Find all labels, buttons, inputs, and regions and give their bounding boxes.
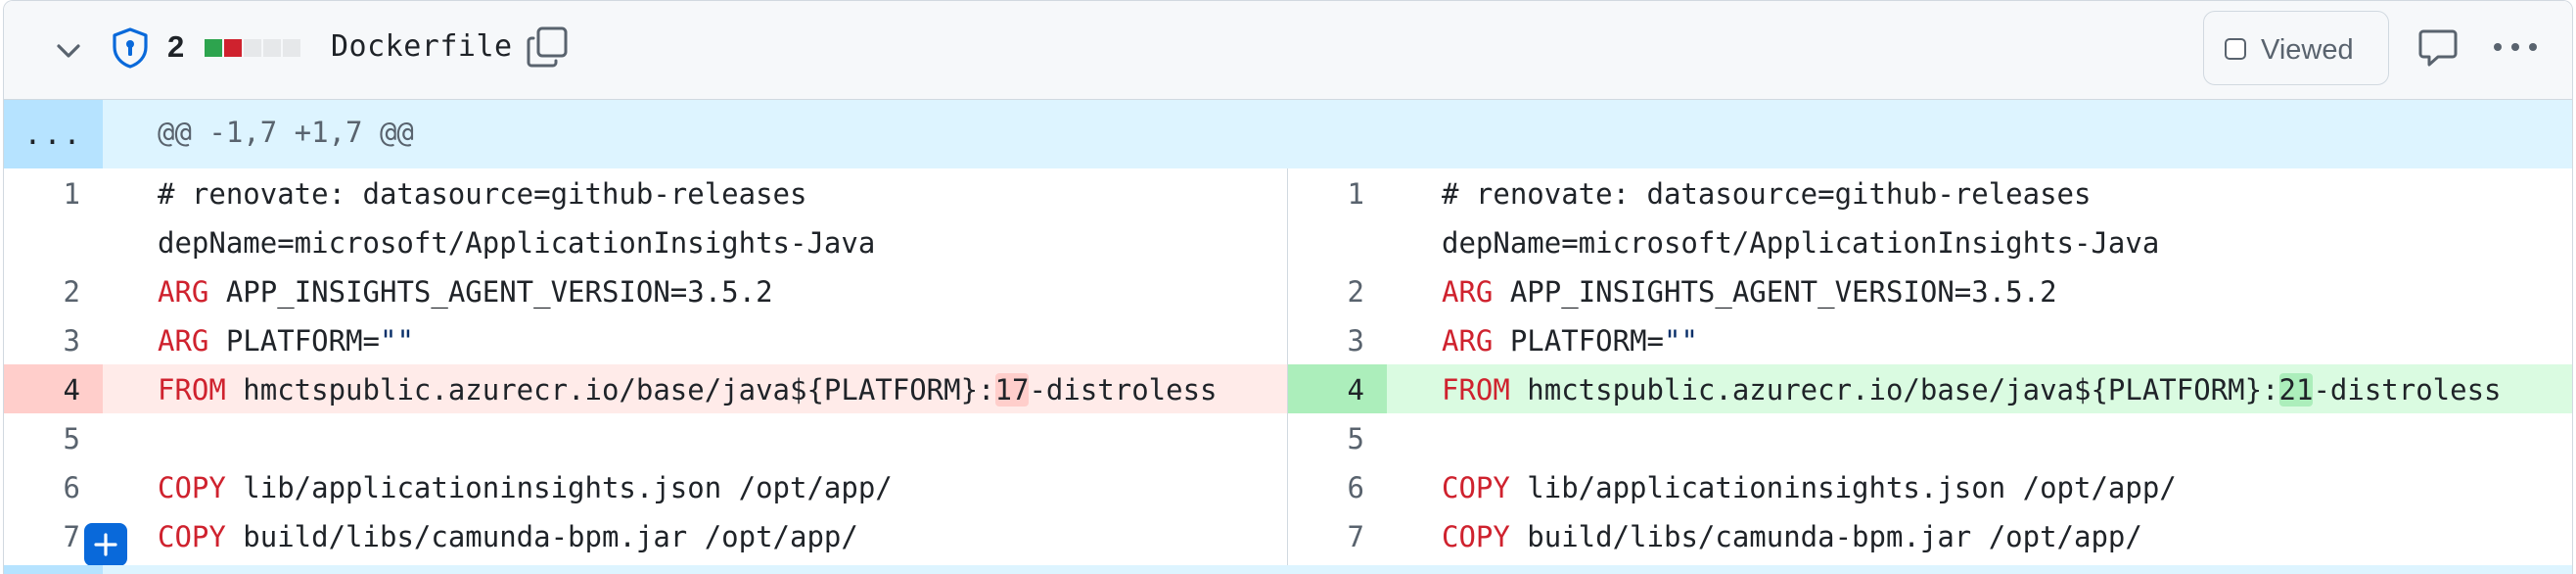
code-line: # renovate: datasource=github-releases d… xyxy=(1442,177,2160,260)
line-number[interactable]: 2 xyxy=(1288,266,1387,315)
expand-below-button[interactable] xyxy=(4,565,103,574)
added-line: 4 FROM hmctspublic.azurecr.io/base/java$… xyxy=(1288,364,2572,413)
line-number[interactable]: 5 xyxy=(1288,413,1387,462)
diff-line: 2 ARG APP_INSIGHTS_AGENT_VERSION=3.5.2 xyxy=(4,266,1287,315)
line-number[interactable]: 7 xyxy=(1288,511,1387,560)
diffstat-block-neutral xyxy=(263,39,281,57)
file-name[interactable]: Dockerfile xyxy=(331,29,513,64)
diff-line: 6 COPY lib/applicationinsights.json /opt… xyxy=(1288,462,2572,511)
plus-icon xyxy=(94,533,117,556)
deleted-line: 4 FROM hmctspublic.azurecr.io/base/java$… xyxy=(4,364,1287,413)
line-number[interactable]: 3 xyxy=(4,315,103,364)
diff-line: 1 # renovate: datasource=github-releases… xyxy=(1288,168,2572,266)
line-number[interactable]: 4 xyxy=(1288,364,1387,413)
hunk-header: @@ -1,7 +1,7 @@ xyxy=(158,116,414,149)
diff-line: 5 xyxy=(4,413,1287,462)
code-line: COPY lib/applicationinsights.json /opt/a… xyxy=(158,471,893,504)
kebab-horizontal-icon[interactable] xyxy=(2490,32,2541,62)
viewed-label: Viewed xyxy=(2261,34,2354,66)
hunk-header-row: ... @@ -1,7 +1,7 @@ xyxy=(4,100,2572,168)
copy-icon[interactable] xyxy=(526,24,571,70)
code-line: COPY build/libs/camunda-bpm.jar /opt/app… xyxy=(1442,520,2142,553)
diffstat-block-added xyxy=(205,39,222,57)
diff-right-side: 1 # renovate: datasource=github-releases… xyxy=(1288,168,2572,574)
diff-line: 1 # renovate: datasource=github-releases… xyxy=(4,168,1287,266)
code-line: COPY lib/applicationinsights.json /opt/a… xyxy=(1442,471,2177,504)
diffstat-block-neutral xyxy=(283,39,300,57)
code-line: COPY build/libs/camunda-bpm.jar /opt/app… xyxy=(158,520,858,553)
code-line: FROM hmctspublic.azurecr.io/base/java${P… xyxy=(1442,373,2502,407)
expand-hunk-button[interactable]: ... xyxy=(4,100,103,168)
add-comment-button[interactable] xyxy=(84,523,127,566)
shield-icon[interactable] xyxy=(111,26,150,70)
line-number[interactable]: 5 xyxy=(4,413,103,462)
diffstat-block-deleted xyxy=(224,39,242,57)
chevron-down-icon[interactable] xyxy=(51,33,86,69)
diff-line: 3 ARG PLATFORM="" xyxy=(4,315,1287,364)
line-number[interactable]: 6 xyxy=(4,462,103,511)
code-line: # renovate: datasource=github-releases d… xyxy=(158,177,876,260)
diff-line: 7 COPY build/libs/camunda-bpm.jar /opt/a… xyxy=(1288,511,2572,560)
line-number[interactable]: 1 xyxy=(4,168,103,266)
code-line: ARG PLATFORM="" xyxy=(1442,324,1698,358)
line-number[interactable]: 6 xyxy=(1288,462,1387,511)
diff-line: 2 ARG APP_INSIGHTS_AGENT_VERSION=3.5.2 xyxy=(1288,266,2572,315)
added-word: 21 xyxy=(2278,373,2314,407)
line-number[interactable]: 3 xyxy=(1288,315,1387,364)
deleted-word: 17 xyxy=(994,373,1030,407)
diff-line: 7 COPY build/libs/camunda-bpm.jar /opt/a… xyxy=(4,511,1287,566)
code-line: ARG PLATFORM="" xyxy=(158,324,414,358)
diffstat-block-neutral xyxy=(244,39,261,57)
file-header: 2 Dockerfile Viewed xyxy=(4,1,2572,100)
hunk-footer-row xyxy=(4,565,2572,574)
code-line: ARG APP_INSIGHTS_AGENT_VERSION=3.5.2 xyxy=(1442,275,2057,309)
code-line: FROM hmctspublic.azurecr.io/base/java${P… xyxy=(158,373,1218,407)
diff-left-side: 1 # renovate: datasource=github-releases… xyxy=(4,168,1288,574)
diff-line: 5 xyxy=(1288,413,2572,462)
diff-line: 6 COPY lib/applicationinsights.json /opt… xyxy=(4,462,1287,511)
line-number[interactable]: 1 xyxy=(1288,168,1387,266)
diff-line: 3 ARG PLATFORM="" xyxy=(1288,315,2572,364)
viewed-toggle[interactable]: Viewed xyxy=(2203,11,2389,85)
code-line: ARG APP_INSIGHTS_AGENT_VERSION=3.5.2 xyxy=(158,275,773,309)
line-number[interactable]: 2 xyxy=(4,266,103,315)
file-diff: 2 Dockerfile Viewed ... @@ -1,7 +1,7 @@ xyxy=(3,0,2573,574)
changed-lines-count: 2 xyxy=(167,29,185,64)
comment-icon[interactable] xyxy=(2416,25,2460,69)
diffstat xyxy=(205,39,300,57)
viewed-checkbox[interactable] xyxy=(2225,38,2246,60)
line-number[interactable]: 4 xyxy=(4,364,103,413)
